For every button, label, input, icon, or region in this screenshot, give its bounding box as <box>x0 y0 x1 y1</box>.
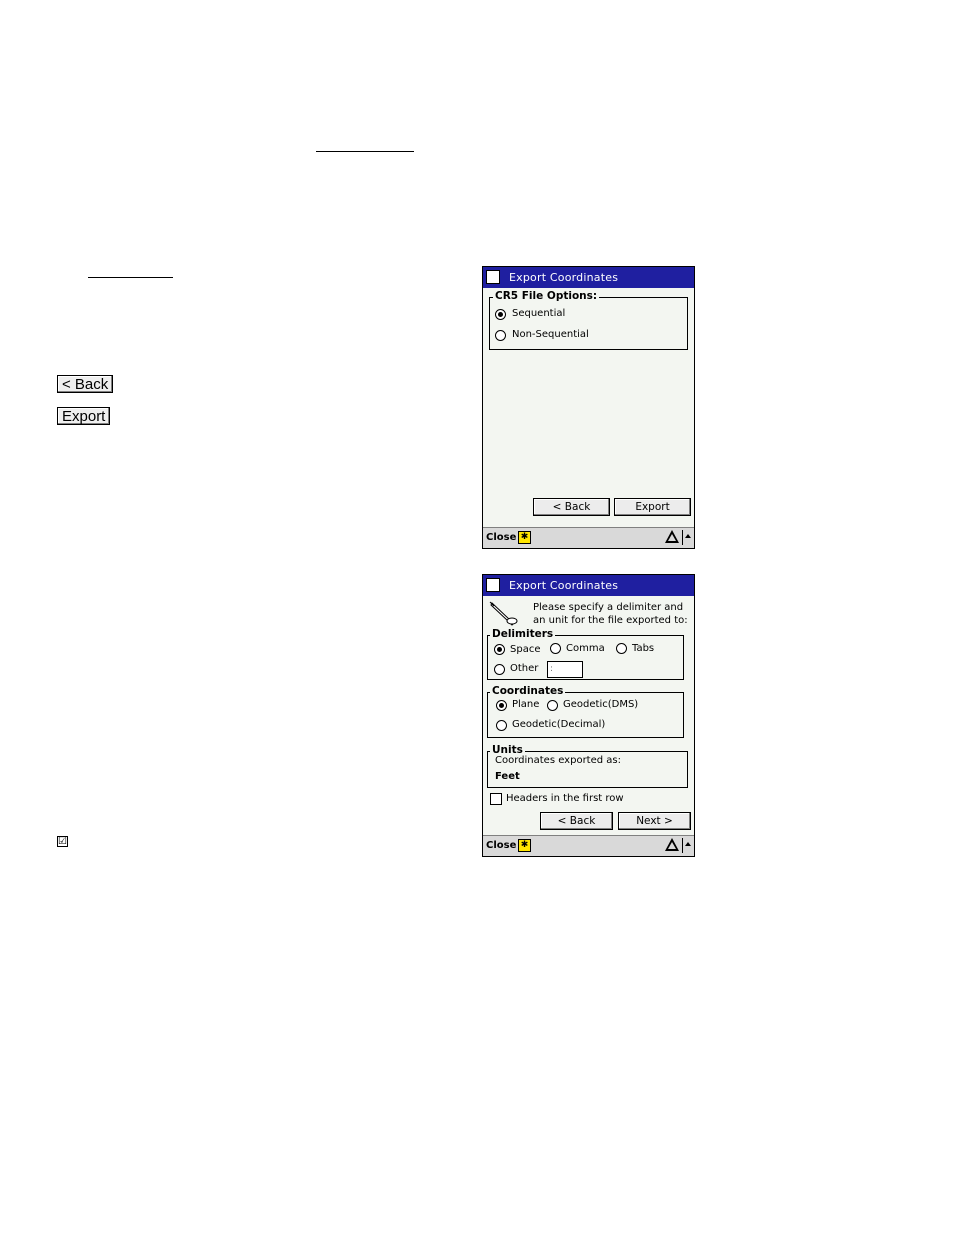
delimiters-title: Delimiters <box>490 628 556 640</box>
title-bar: Export Coordinates <box>483 267 694 288</box>
bottom-bar: Close ✱ <box>483 527 694 548</box>
title-bar: Export Coordinates <box>483 575 694 596</box>
bottom-bar: Close ✱ <box>483 835 694 856</box>
non-sequential-label: Non-Sequential <box>512 329 589 340</box>
doc-export-button: Export <box>57 407 111 425</box>
app-icon <box>486 578 500 592</box>
units-group: Units Coordinates exported as: Feet <box>487 744 688 788</box>
plane-radio[interactable] <box>496 700 507 711</box>
tabs-label: Tabs <box>632 643 655 654</box>
cr5-options-group: CR5 File Options: Sequential Non-Sequent… <box>489 290 688 350</box>
close-button[interactable]: Close <box>486 532 516 543</box>
star-icon[interactable]: ✱ <box>518 531 531 544</box>
app-icon <box>486 270 500 284</box>
space-radio[interactable] <box>494 644 505 655</box>
up-arrow-icon[interactable] <box>685 534 691 538</box>
up-arrow-icon[interactable] <box>685 842 691 846</box>
coordinates-group: Coordinates Plane Geodetic(DMS) Geodetic… <box>487 685 684 738</box>
units-value: Feet <box>495 771 520 782</box>
comma-label: Comma <box>566 643 605 654</box>
geodetic-dms-label: Geodetic(DMS) <box>563 699 639 710</box>
doc-back-button: < Back <box>57 375 114 393</box>
non-sequential-radio[interactable] <box>495 330 506 341</box>
separator <box>682 530 683 545</box>
star-icon[interactable]: ✱ <box>518 839 531 852</box>
plane-label: Plane <box>512 699 540 710</box>
geodetic-decimal-radio[interactable] <box>496 720 507 731</box>
comma-radio[interactable] <box>550 643 561 654</box>
tabs-radio[interactable] <box>616 643 627 654</box>
delimiters-group: Delimiters Space Comma Tabs Other : <box>487 628 684 680</box>
pda-screen-delimiter: Export Coordinates Please specify a deli… <box>482 574 695 857</box>
group-title: CR5 File Options: <box>493 290 600 302</box>
pen-icon <box>489 601 518 626</box>
coordinates-title: Coordinates <box>490 685 566 697</box>
doc-underline-1 <box>316 151 414 152</box>
space-label: Space <box>510 644 541 655</box>
other-label: Other <box>510 663 539 674</box>
input-panel-icon[interactable] <box>665 838 679 851</box>
input-panel-icon[interactable] <box>665 530 679 543</box>
back-button[interactable]: < Back <box>540 812 613 830</box>
back-button[interactable]: < Back <box>533 498 610 516</box>
window-title: Export Coordinates <box>509 579 619 592</box>
doc-underline-2 <box>88 277 173 278</box>
units-caption: Coordinates exported as: <box>495 755 621 766</box>
geodetic-dms-radio[interactable] <box>547 700 558 711</box>
pda-screen-cr5-options: Export Coordinates CR5 File Options: Seq… <box>482 266 695 549</box>
next-button[interactable]: Next > <box>618 812 691 830</box>
sequential-label: Sequential <box>512 308 566 319</box>
headers-label: Headers in the first row <box>506 793 624 804</box>
export-button[interactable]: Export <box>614 498 691 516</box>
separator <box>682 838 683 853</box>
sequential-radio[interactable] <box>495 309 506 320</box>
other-radio[interactable] <box>494 664 505 675</box>
headers-checkbox[interactable] <box>490 793 502 805</box>
close-button[interactable]: Close <box>486 840 516 851</box>
window-title: Export Coordinates <box>509 271 619 284</box>
other-delimiter-input[interactable]: : <box>547 661 583 678</box>
doc-checkbox-icon: ☑ <box>57 836 68 847</box>
geodetic-decimal-label: Geodetic(Decimal) <box>512 719 606 730</box>
instruction-text: Please specify a delimiter and an unit f… <box>533 602 688 626</box>
